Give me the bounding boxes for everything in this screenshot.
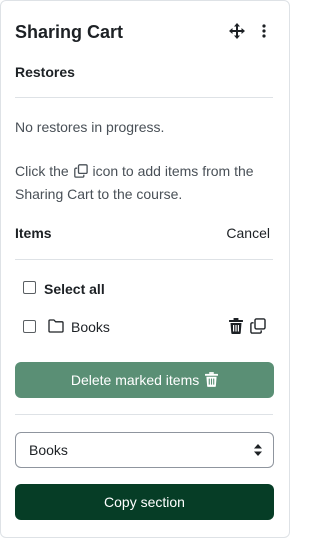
block-title: Sharing Cart <box>15 22 124 42</box>
chevron-up-down-icon <box>254 444 262 456</box>
restores-help-text: Click the icon to add items from the Sha… <box>15 160 275 206</box>
trash-icon <box>205 372 219 387</box>
section-select[interactable]: Books <box>15 432 274 468</box>
restores-status: No restores in progress. <box>15 119 165 135</box>
items-heading: Items <box>15 225 52 241</box>
divider <box>15 414 273 415</box>
copy-icon <box>73 164 88 178</box>
move-arrows-icon[interactable] <box>229 23 245 39</box>
delete-marked-items-button[interactable]: Delete marked items <box>15 362 274 398</box>
sharing-cart-block: Sharing Cart Restores No restores in pro… <box>0 0 290 538</box>
delete-button-label: Delete marked items <box>70 372 200 388</box>
item-checkbox[interactable] <box>23 320 36 333</box>
select-all-checkbox[interactable] <box>23 281 36 294</box>
item-label: Books <box>71 319 110 335</box>
divider <box>15 259 273 260</box>
section-select-value: Books <box>29 442 68 458</box>
cancel-link[interactable]: Cancel <box>226 224 270 242</box>
restores-heading: Restores <box>15 64 75 80</box>
block-header: Sharing Cart <box>15 20 275 46</box>
copy-icon[interactable] <box>250 318 266 334</box>
help-text-before: Click the <box>15 163 69 179</box>
divider <box>15 97 273 98</box>
folder-icon <box>48 319 64 333</box>
select-all-label[interactable]: Select all <box>44 280 105 298</box>
kebab-menu-icon[interactable] <box>260 23 268 39</box>
copy-section-button[interactable]: Copy section <box>15 484 274 520</box>
trash-icon[interactable] <box>229 318 243 334</box>
